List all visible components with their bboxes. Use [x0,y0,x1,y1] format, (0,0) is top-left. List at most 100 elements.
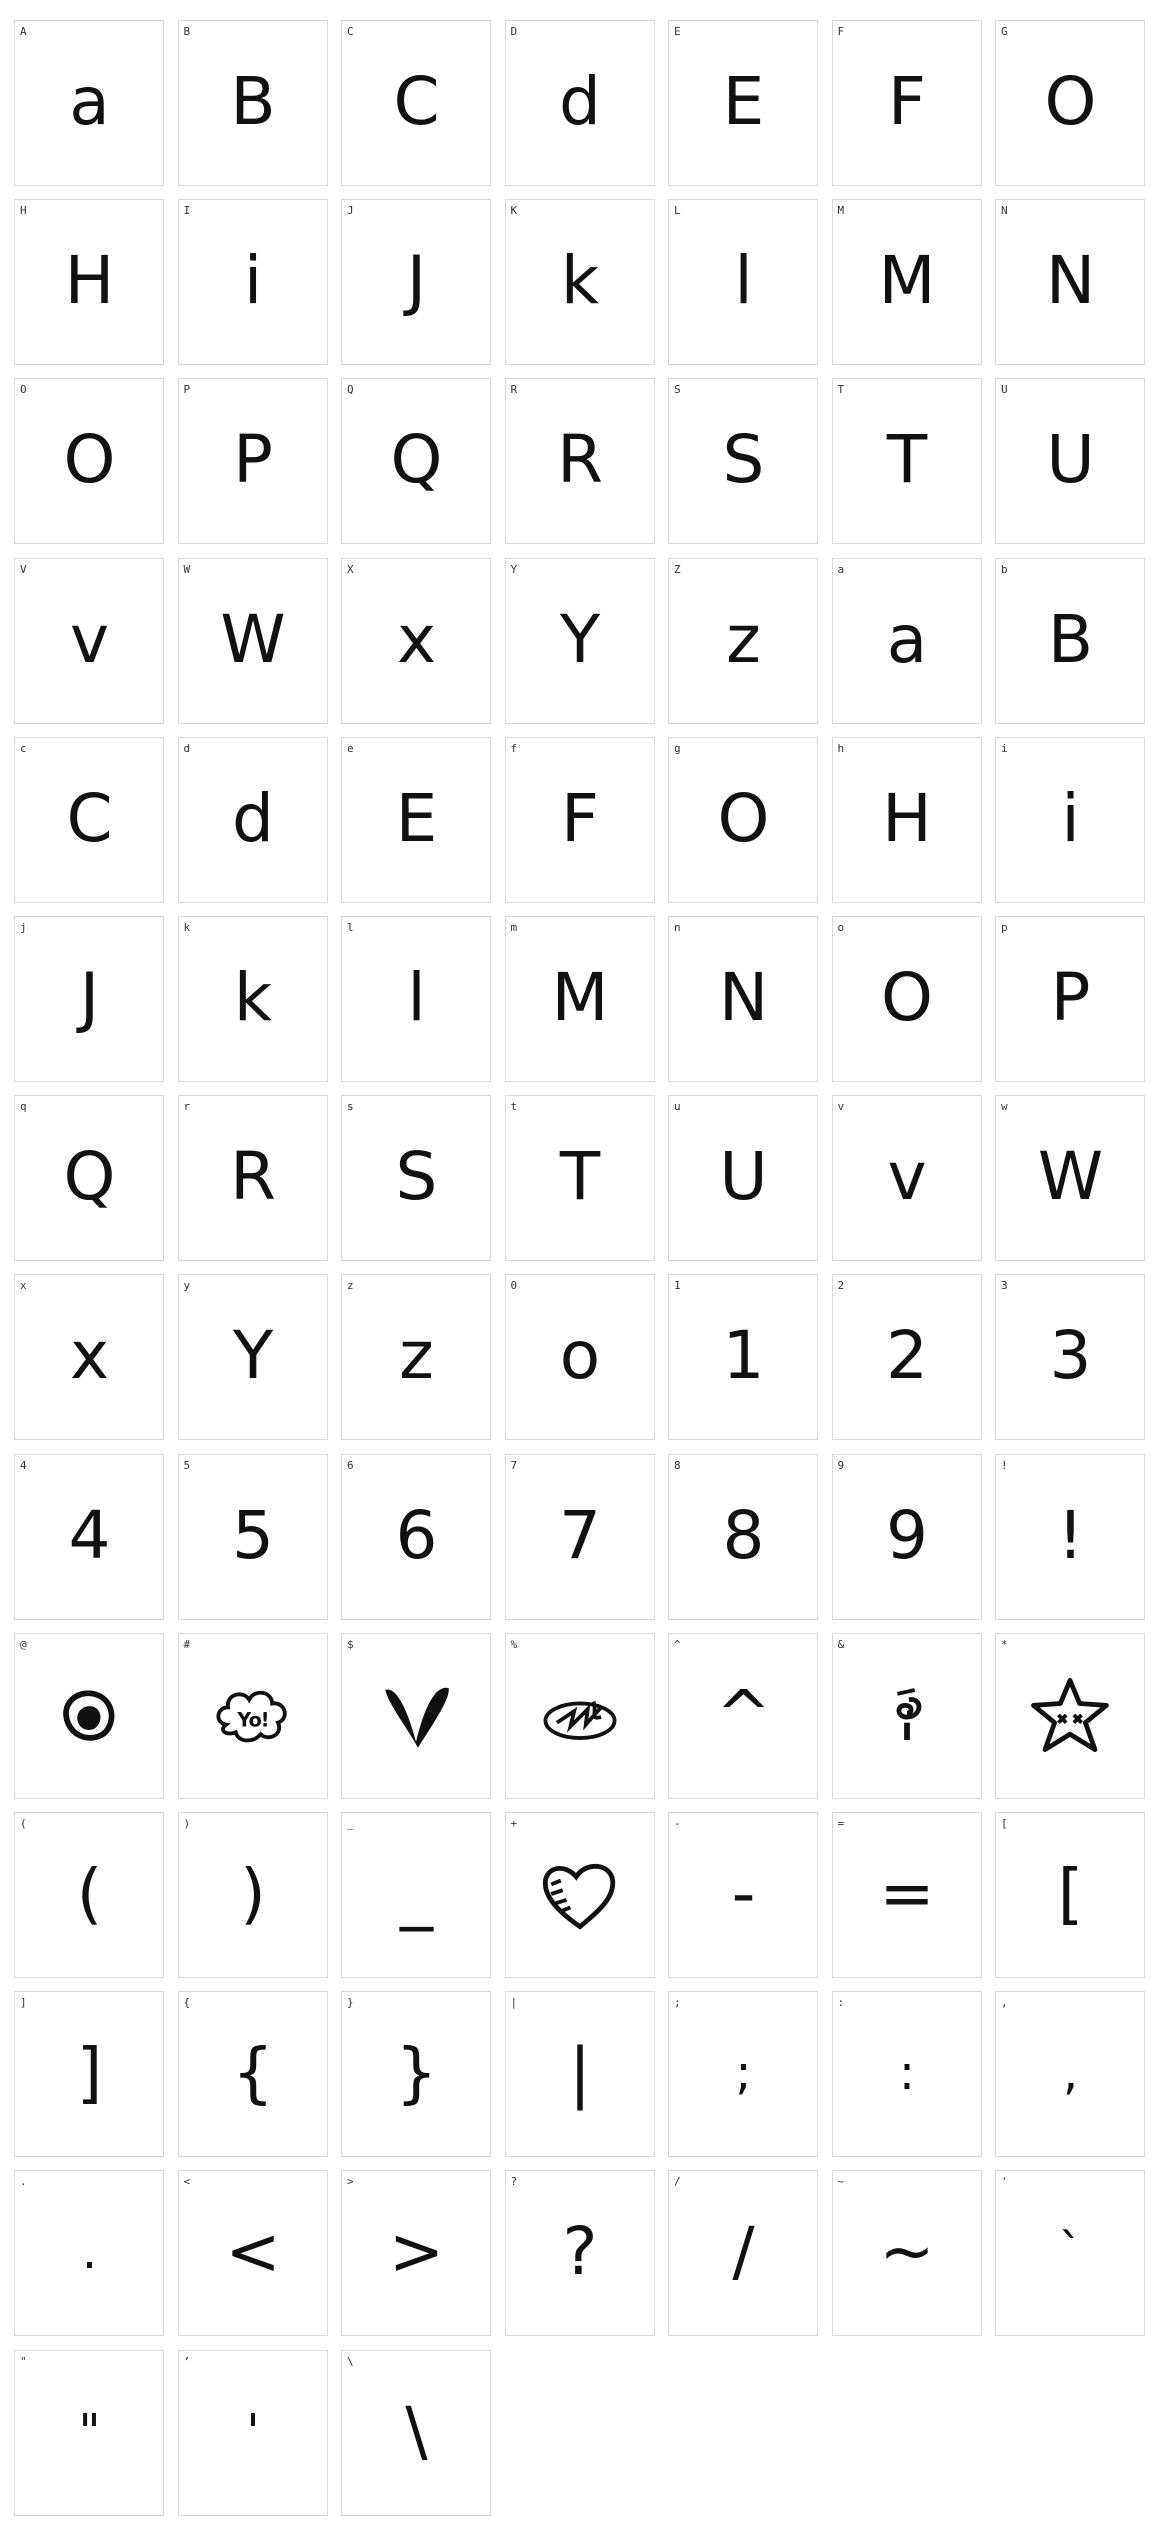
glyph-sample: 9 [886,1496,928,1574]
glyph-cell: ’ ' [177,2349,328,2516]
glyph-cell: (( [14,1812,164,1978]
glyph-cell-label: k [183,921,191,934]
glyph-sample: O [1044,63,1097,140]
glyph-sample: B [1047,600,1093,678]
glyph-cell-label: ! [1001,1458,1008,1472]
glyph-sample: N [718,959,768,1036]
glyph-sample: a [69,63,109,140]
glyph-sample: : [898,2045,915,2102]
glyph-sample: , [1062,2045,1078,2102]
glyph-cell: 88 [668,1453,818,1620]
glyph-cell-label: . [20,2175,27,2189]
glyph-cell-label: 4 [20,1458,27,1472]
glyph-cell-label: j [20,921,27,934]
glyph-cell: NN [995,199,1145,366]
glyph-cell: Ii [177,199,328,366]
glyph-sample: 2 [886,1317,928,1395]
glyph-cell-label: G [1001,25,1008,38]
glyph-cell: hH [831,736,982,903]
glyph-cell-label: ' [1001,2175,1008,2189]
glyph-sample: } [395,2034,438,2112]
glyph-cell-label: t [510,1100,518,1114]
glyph-cell: YY [504,557,655,724]
glyph-cell-label: L [674,204,681,218]
glyph-cell: fF [504,736,655,903]
glyph-cell: bB [995,557,1145,724]
glyph-sample: S [722,421,765,499]
glyph-sample: 1 [722,1317,765,1395]
glyph-cell-label: I [183,204,191,218]
glyph-sample: ~ [879,2213,934,2291]
glyph-cell: -- [668,1812,818,1978]
glyph-cell-label: W [183,562,191,576]
glyph-sample: i [1061,779,1079,857]
glyph-cell-label: r [183,1100,191,1114]
glyph-cell-label: 6 [347,1458,354,1472]
glyph-cell-label: X [347,562,354,576]
glyph-cell-label: Z [674,562,681,576]
glyph-cell: / / [668,2170,818,2337]
glyph-cell: < < [177,2170,328,2337]
glyph-cell: * [995,1632,1145,1799]
cloud-yo-icon: Yo! [179,1654,327,1776]
blob-icon [15,1654,163,1776]
glyph-cell-label: % [510,1637,518,1651]
glyph-cell: Xx [341,557,491,724]
glyph-sample: / [732,2213,754,2291]
swirl-i-icon [833,1654,981,1776]
glyph-cell-label: n [674,921,681,934]
glyph-cell-label: q [20,1100,27,1114]
glyph-sample: > [388,2213,444,2291]
star-face-icon [996,1654,1144,1776]
glyph-sample: ^ [715,1675,771,1753]
glyph-cell-label: y [183,1279,191,1293]
glyph-cell: ]] [14,1991,164,2158]
glyph-cell-label: ? [510,2175,518,2189]
glyph-sample: 8 [722,1496,765,1574]
glyph-sample: Q [390,421,443,499]
glyph-sample: ? [562,2213,597,2291]
glyph-cell-label: * [1001,1637,1008,1651]
glyph-cell: Zz [668,557,818,724]
glyph-sample: 6 [395,1496,438,1574]
glyph-cell-label: T [837,383,845,397]
glyph-sample: ( [76,1855,103,1932]
glyph-cell: uU [668,1095,818,1262]
glyph-sample: < [225,2213,280,2291]
glyph-cell-label: c [20,741,27,755]
glyph-cell-label: \ [347,2354,354,2368]
glyph-cell-label: R [510,383,518,397]
glyph-cell: yY [177,1274,328,1441]
glyph-cell-label: ’ [183,2354,191,2368]
glyph-cell: + [504,1812,655,1978]
glyph-sample: _ [400,1855,433,1932]
glyph-cell-label: { [183,1996,191,2010]
glyph-sample: Y [559,600,600,678]
glyph-sample: ] [76,2034,103,2112]
glyph-cell: " " [14,2349,164,2516]
glyph-cell: RR [504,378,655,545]
glyph-cell: 66 [341,1453,491,1620]
glyph-cell: .. [14,2170,164,2337]
glyph-cell: @ [14,1632,164,1799]
glyph-sample: x [396,600,436,678]
glyph-sample: l [734,242,752,320]
glyph-sample: . [81,2224,97,2281]
glyph-sample: O [881,959,933,1036]
glyph-cell: UU [995,378,1145,545]
glyph-sample: E [395,779,438,857]
glyph-sample: U [1046,421,1094,499]
glyph-cell: > > [341,2170,491,2337]
glyph-sample: P [1050,959,1091,1036]
glyph-cell-label: a [837,562,845,576]
glyph-grid: AaBBCCDdEEFFGOHHIiJJKkLlMMNNOOPPQQRRSSTT… [0,0,1162,2540]
glyph-cell-label: @ [20,1637,27,1651]
glyph-cell-label: ^ [674,1637,681,1651]
glyph-cell: 44 [14,1453,164,1620]
glyph-sample: M [878,242,936,320]
glyph-cell: :: [831,1991,982,2158]
glyph-sample: S [395,1138,438,1216]
glyph-cell: EE [668,20,818,186]
glyph-cell-label: < [183,2175,191,2189]
glyph-cell-label: o [837,921,845,934]
